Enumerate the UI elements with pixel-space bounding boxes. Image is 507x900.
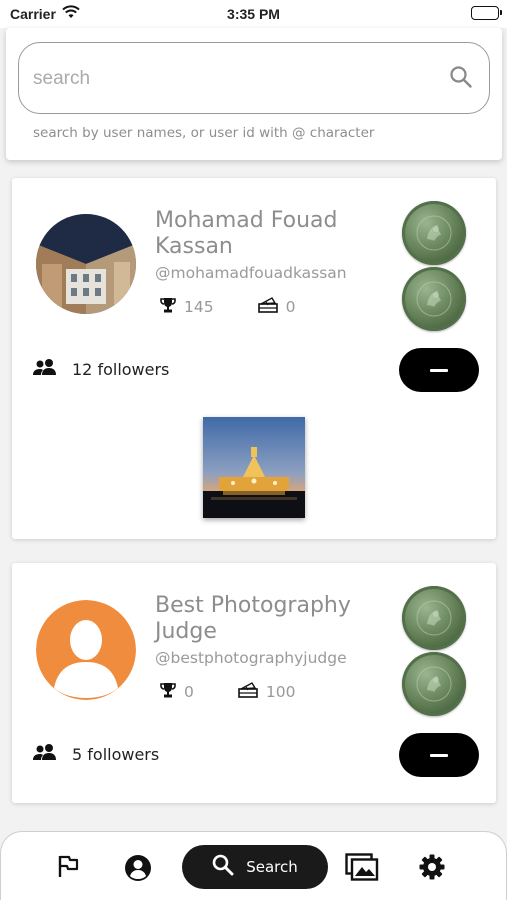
followers-count[interactable]: 12 followers <box>72 360 169 379</box>
ticket-stat: 100 <box>238 682 296 702</box>
user-name[interactable]: Best Photography Judge <box>155 593 385 645</box>
user-result-card[interactable]: Mohamad Fouad Kassan @mohamadfouadkassan… <box>12 178 496 539</box>
followers-icon <box>32 743 58 766</box>
ticket-icon <box>257 297 278 317</box>
followers-icon <box>32 358 58 381</box>
unfollow-button[interactable] <box>399 733 479 777</box>
user-avatar[interactable] <box>36 214 136 314</box>
search-icon <box>212 854 234 881</box>
user-stats: 0 100 <box>160 682 295 702</box>
trophy-stat: 145 <box>160 297 214 318</box>
search-icon[interactable] <box>449 65 473 94</box>
user-stats: 145 0 <box>160 297 295 317</box>
trophy-icon <box>160 297 176 318</box>
trophy-icon <box>160 682 176 703</box>
followers-count[interactable]: 5 followers <box>72 745 159 764</box>
nav-search-button[interactable]: Search <box>182 845 328 889</box>
battery-icon <box>471 6 502 20</box>
medal-coin-icon <box>402 201 466 265</box>
ticket-count: 100 <box>265 683 296 701</box>
medal-coin-icon <box>402 586 466 650</box>
flag-icon[interactable] <box>57 854 79 883</box>
search-input[interactable] <box>33 63 433 95</box>
ticket-icon <box>238 682 258 702</box>
medal-coin-icon <box>402 267 466 331</box>
search-panel: search by user names, or user id with @ … <box>6 28 502 160</box>
user-result-card[interactable]: Best Photography Judge @bestphotographyj… <box>12 563 496 803</box>
trophy-stat: 0 <box>160 682 194 703</box>
medal-coin-icon <box>402 652 466 716</box>
trophy-count: 0 <box>184 683 194 701</box>
minus-icon <box>430 754 448 757</box>
minus-icon <box>430 369 448 372</box>
ticket-count: 0 <box>285 298 296 316</box>
clock: 3:35 PM <box>227 6 280 22</box>
default-avatar[interactable] <box>36 600 136 700</box>
trophy-count: 145 <box>184 298 214 316</box>
user-handle: @mohamadfouadkassan <box>155 264 347 282</box>
bottom-nav: Search <box>0 831 507 900</box>
search-box[interactable] <box>18 42 490 114</box>
settings-icon[interactable] <box>419 854 445 885</box>
user-name[interactable]: Mohamad Fouad Kassan <box>155 208 385 260</box>
followers-row[interactable]: 5 followers <box>32 743 159 766</box>
status-bar: Carrier 3:35 PM <box>0 0 507 28</box>
ticket-stat: 0 <box>257 297 296 317</box>
nav-search-label: Search <box>246 858 298 876</box>
post-thumbnail[interactable] <box>203 417 305 518</box>
followers-row[interactable]: 12 followers <box>32 358 169 381</box>
gallery-icon[interactable] <box>345 853 379 886</box>
search-hint: search by user names, or user id with @ … <box>33 125 375 141</box>
user-handle: @bestphotographyjudge <box>155 649 347 667</box>
unfollow-button[interactable] <box>399 348 479 392</box>
account-icon[interactable] <box>124 854 152 887</box>
